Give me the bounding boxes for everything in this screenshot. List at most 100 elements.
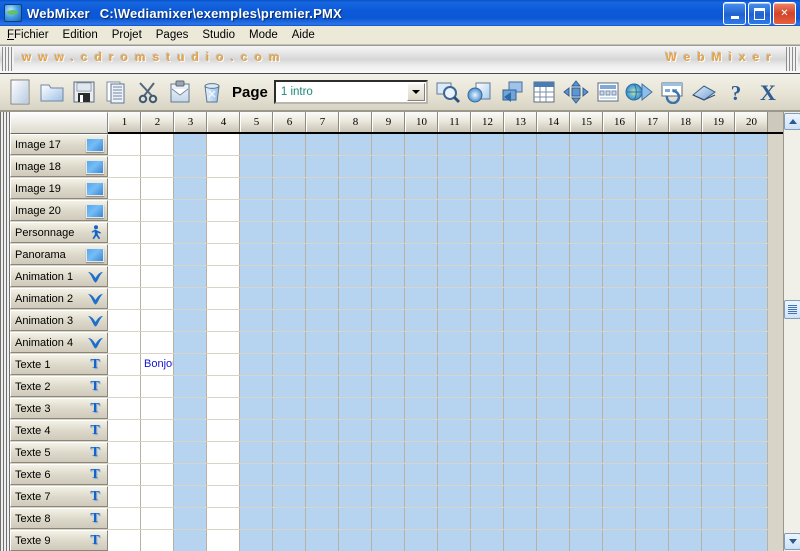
grid-cell[interactable] xyxy=(636,442,669,463)
grid-cell[interactable] xyxy=(240,266,273,287)
grid-cell[interactable] xyxy=(603,134,636,155)
grid-cell[interactable] xyxy=(636,310,669,331)
grid-cell[interactable] xyxy=(141,530,174,551)
grid-cell[interactable] xyxy=(405,420,438,441)
grid-cell[interactable] xyxy=(504,156,537,177)
grid-cell[interactable] xyxy=(372,442,405,463)
grid-cell[interactable] xyxy=(273,200,306,221)
grid-cell[interactable] xyxy=(174,354,207,375)
grid-cell[interactable] xyxy=(702,310,735,331)
grid-cell[interactable] xyxy=(174,464,207,485)
column-header-14[interactable]: 14 xyxy=(537,112,570,132)
grid-cell[interactable] xyxy=(372,244,405,265)
grid-cell[interactable] xyxy=(636,178,669,199)
grid-cell[interactable] xyxy=(405,134,438,155)
grid-cell[interactable] xyxy=(438,486,471,507)
grid-cell[interactable] xyxy=(636,156,669,177)
grid-cell[interactable] xyxy=(372,398,405,419)
vertical-scrollbar[interactable] xyxy=(783,112,800,551)
grid-cell[interactable] xyxy=(438,398,471,419)
move-arrows-icon[interactable] xyxy=(561,77,591,107)
grid-cell[interactable] xyxy=(108,200,141,221)
grid-cell[interactable] xyxy=(174,530,207,551)
grid-cell[interactable] xyxy=(306,200,339,221)
grid-cell[interactable] xyxy=(174,156,207,177)
grid-cell[interactable] xyxy=(702,244,735,265)
grid-cell[interactable] xyxy=(174,398,207,419)
grid-cell[interactable] xyxy=(405,442,438,463)
grid-cell[interactable] xyxy=(603,200,636,221)
grid-cell[interactable] xyxy=(537,376,570,397)
grid-cell[interactable] xyxy=(306,178,339,199)
chevron-down-icon[interactable] xyxy=(406,83,425,101)
grid-cell[interactable] xyxy=(471,442,504,463)
grid-cell[interactable] xyxy=(405,310,438,331)
grid-cell[interactable] xyxy=(240,398,273,419)
grid-cell[interactable] xyxy=(504,288,537,309)
import-arrow-icon[interactable] xyxy=(497,77,527,107)
delete-trash-icon[interactable] xyxy=(197,77,227,107)
grid-cell[interactable] xyxy=(141,266,174,287)
grid-cell[interactable] xyxy=(504,178,537,199)
grid-cell[interactable] xyxy=(471,464,504,485)
grid-cell[interactable] xyxy=(702,288,735,309)
grid-cell[interactable] xyxy=(339,222,372,243)
row-label-animation-1[interactable]: Animation 1 xyxy=(10,266,108,287)
row-label-animation-3[interactable]: Animation 3 xyxy=(10,310,108,331)
grid-cell[interactable] xyxy=(636,376,669,397)
grid-cell[interactable] xyxy=(537,156,570,177)
row-label-animation-4[interactable]: Animation 4 xyxy=(10,332,108,353)
grid-cell[interactable] xyxy=(306,134,339,155)
grid-cell[interactable] xyxy=(405,222,438,243)
row-label-texte-5[interactable]: Texte 5 T xyxy=(10,442,108,463)
grid-cell[interactable] xyxy=(603,420,636,441)
column-header-13[interactable]: 13 xyxy=(504,112,537,132)
grid-cell[interactable] xyxy=(207,442,240,463)
save-floppy-icon[interactable] xyxy=(69,77,99,107)
grid-cell[interactable] xyxy=(537,354,570,375)
grid-cell[interactable] xyxy=(372,266,405,287)
grid-cell[interactable] xyxy=(603,354,636,375)
grid-cell[interactable] xyxy=(372,178,405,199)
grid-cell[interactable] xyxy=(207,244,240,265)
grid-cell[interactable] xyxy=(537,266,570,287)
row-label-texte-6[interactable]: Texte 6 T xyxy=(10,464,108,485)
grid-cell[interactable] xyxy=(603,288,636,309)
grid-cell[interactable] xyxy=(405,354,438,375)
grid-cell[interactable] xyxy=(438,156,471,177)
grid-cell[interactable] xyxy=(108,156,141,177)
column-header-3[interactable]: 3 xyxy=(174,112,207,132)
grid-cell[interactable] xyxy=(438,178,471,199)
grid-cell[interactable] xyxy=(570,486,603,507)
grid-cell[interactable] xyxy=(372,222,405,243)
grid-cell[interactable] xyxy=(636,508,669,529)
grid-cell[interactable] xyxy=(240,420,273,441)
grid-cell[interactable] xyxy=(438,244,471,265)
grid-cell[interactable] xyxy=(537,134,570,155)
grid-cell[interactable] xyxy=(339,310,372,331)
grid-cell[interactable] xyxy=(438,200,471,221)
grid-cell[interactable] xyxy=(603,178,636,199)
grid-cell[interactable] xyxy=(636,398,669,419)
grid-cell[interactable] xyxy=(570,442,603,463)
grid-cell[interactable] xyxy=(669,376,702,397)
grid-cell[interactable] xyxy=(438,134,471,155)
column-header-8[interactable]: 8 xyxy=(339,112,372,132)
grid-cell[interactable] xyxy=(306,508,339,529)
grid-cell[interactable] xyxy=(339,266,372,287)
grid-cell[interactable] xyxy=(108,222,141,243)
grid-cell[interactable] xyxy=(735,398,768,419)
grid-cell[interactable] xyxy=(405,156,438,177)
grid-cell[interactable] xyxy=(339,244,372,265)
grid-cell[interactable] xyxy=(141,420,174,441)
row-label-texte-2[interactable]: Texte 2 T xyxy=(10,376,108,397)
copy-icon[interactable] xyxy=(101,77,131,107)
grid-cell[interactable] xyxy=(141,332,174,353)
grid-cell[interactable] xyxy=(735,178,768,199)
grid-cell[interactable] xyxy=(438,222,471,243)
grid-cell[interactable] xyxy=(306,310,339,331)
grid-cell[interactable] xyxy=(174,244,207,265)
row-label-texte-3[interactable]: Texte 3 T xyxy=(10,398,108,419)
grid-cell[interactable] xyxy=(141,508,174,529)
grid-cell[interactable] xyxy=(504,134,537,155)
